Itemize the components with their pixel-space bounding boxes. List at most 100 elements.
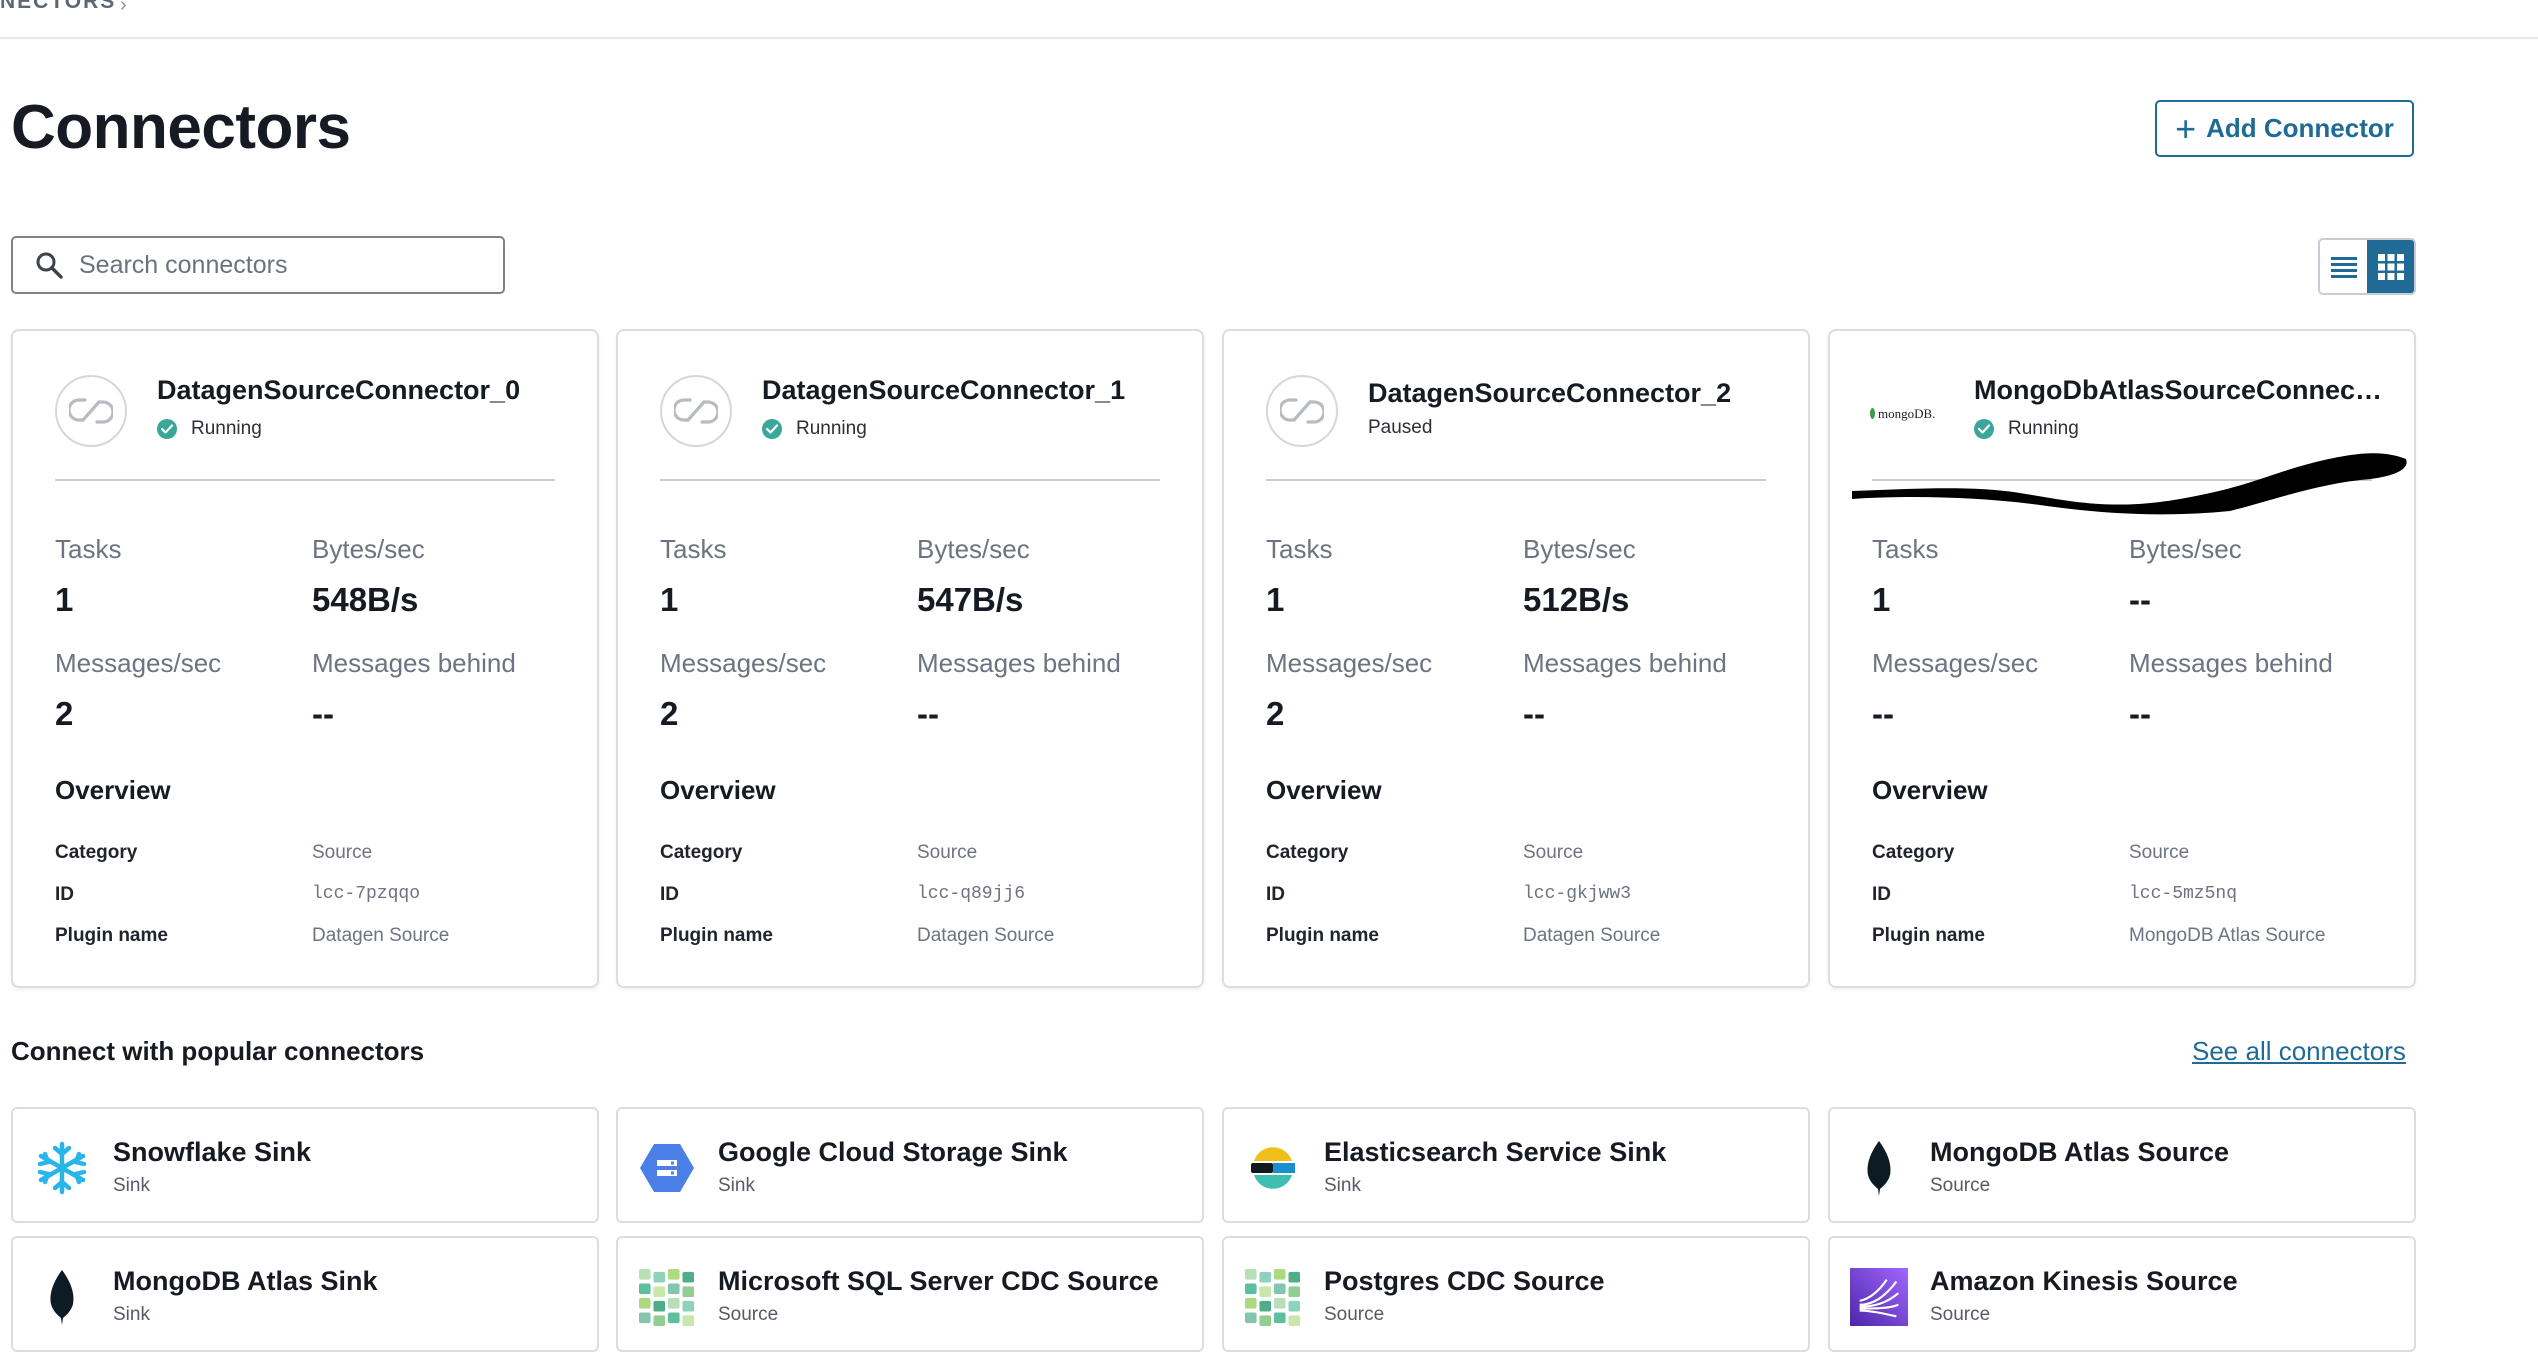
connector-name[interactable]: DatagenSourceConnector_0 bbox=[157, 375, 520, 406]
plugin-value: Datagen Source bbox=[312, 925, 450, 946]
messages-value: 2 bbox=[55, 695, 74, 732]
amazon-kinesis-icon bbox=[1850, 1268, 1908, 1326]
messages-label: Messages/sec bbox=[1266, 648, 1433, 678]
popular-connector-name: MongoDB Atlas Sink bbox=[113, 1266, 378, 1296]
plugin-label: Plugin name bbox=[1872, 925, 1985, 946]
overview-heading: Overview bbox=[1266, 775, 1382, 805]
popular-connector-tile[interactable]: MongoDB Atlas Source Source bbox=[1828, 1107, 2416, 1223]
elasticsearch-icon bbox=[1244, 1139, 1302, 1197]
plugin-value: MongoDB Atlas Source bbox=[2129, 925, 2326, 946]
popular-connector-name: Microsoft SQL Server CDC Source bbox=[718, 1266, 1159, 1296]
id-value: lcc-gkjww3 bbox=[1523, 884, 1632, 904]
id-label: ID bbox=[55, 884, 74, 905]
category-label: Category bbox=[1872, 842, 1955, 863]
add-connector-label: Add Connector bbox=[2206, 113, 2394, 143]
page-title: Connectors bbox=[11, 93, 351, 162]
messages-behind-value: -- bbox=[917, 695, 939, 732]
popular-connector-tile[interactable]: Elasticsearch Service Sink Sink bbox=[1222, 1107, 1810, 1223]
card-divider bbox=[660, 479, 1160, 481]
popular-connector-name: Snowflake Sink bbox=[113, 1137, 312, 1167]
category-label: Category bbox=[660, 842, 743, 863]
connector-status: Running bbox=[762, 418, 867, 440]
mongodb-logo: mongoDB. bbox=[1870, 406, 1935, 422]
search-input[interactable] bbox=[77, 249, 481, 281]
messages-label: Messages/sec bbox=[660, 648, 827, 678]
status-label: Running bbox=[191, 418, 262, 439]
popular-connector-type: Sink bbox=[113, 1175, 150, 1196]
add-connector-button[interactable]: + Add Connector bbox=[2155, 100, 2414, 157]
messages-behind-label: Messages behind bbox=[1523, 648, 1727, 678]
popular-connector-tile[interactable]: Microsoft SQL Server CDC Source Source bbox=[616, 1236, 1204, 1352]
connector-card[interactable]: DatagenSourceConnector_1 Running Tasks Byte… bbox=[616, 329, 1204, 988]
messages-behind-value: -- bbox=[312, 695, 334, 732]
overview-heading: Overview bbox=[660, 775, 776, 805]
card-divider bbox=[55, 479, 555, 481]
category-value: Source bbox=[917, 842, 978, 863]
id-label: ID bbox=[660, 884, 679, 905]
popular-connector-type: Sink bbox=[113, 1304, 150, 1325]
overview-heading: Overview bbox=[1872, 775, 1988, 805]
bytes-value: 548B/s bbox=[312, 581, 419, 618]
card-divider bbox=[1266, 479, 1766, 481]
id-label: ID bbox=[1266, 884, 1285, 905]
plugin-value: Datagen Source bbox=[917, 925, 1055, 946]
messages-behind-label: Messages behind bbox=[2129, 648, 2333, 678]
bytes-value: -- bbox=[2129, 581, 2151, 618]
bytes-value: 512B/s bbox=[1523, 581, 1630, 618]
popular-connector-tile[interactable]: Snowflake Sink Sink bbox=[11, 1107, 599, 1223]
tasks-value: 1 bbox=[1872, 581, 1891, 618]
google-cloud-storage-icon bbox=[638, 1139, 696, 1197]
bytes-value: 547B/s bbox=[917, 581, 1024, 618]
plus-icon: + bbox=[2175, 107, 2197, 149]
link-icon bbox=[660, 375, 732, 447]
id-value: lcc-q89jj6 bbox=[917, 884, 1026, 904]
tasks-value: 1 bbox=[660, 581, 679, 618]
plugin-label: Plugin name bbox=[1266, 925, 1379, 946]
connector-name[interactable]: DatagenSourceConnector_2 bbox=[1368, 378, 1731, 409]
debezium-grid-icon bbox=[638, 1268, 696, 1326]
connector-name[interactable]: MongoDbAtlasSourceConnect... bbox=[1974, 375, 2384, 406]
popular-connector-type: Source bbox=[1930, 1175, 1991, 1196]
snowflake-icon bbox=[33, 1139, 91, 1197]
bytes-label: Bytes/sec bbox=[917, 534, 1030, 564]
popular-connector-type: Sink bbox=[718, 1175, 755, 1196]
category-value: Source bbox=[2129, 842, 2190, 863]
messages-label: Messages/sec bbox=[55, 648, 222, 678]
tasks-value: 1 bbox=[1266, 581, 1285, 618]
overview-heading: Overview bbox=[55, 775, 171, 805]
connector-card[interactable]: DatagenSourceConnector_0 Running Tasks Byte… bbox=[11, 329, 599, 988]
popular-connector-name: Elasticsearch Service Sink bbox=[1324, 1137, 1667, 1167]
search-box[interactable] bbox=[11, 236, 505, 294]
category-label: Category bbox=[55, 842, 138, 863]
popular-connector-tile[interactable]: MongoDB Atlas Sink Sink bbox=[11, 1236, 599, 1352]
link-icon bbox=[55, 375, 127, 447]
status-label: Paused bbox=[1368, 417, 1433, 438]
list-view-icon[interactable] bbox=[2320, 240, 2367, 293]
connector-card[interactable]: DatagenSourceConnector_2 Paused Tasks Bytes… bbox=[1222, 329, 1810, 988]
plugin-label: Plugin name bbox=[55, 925, 168, 946]
messages-behind-value: -- bbox=[1523, 695, 1545, 732]
category-value: Source bbox=[1523, 842, 1584, 863]
breadcrumb[interactable]: NECTORS bbox=[0, 0, 116, 14]
popular-connector-tile[interactable]: Amazon Kinesis Source Source bbox=[1828, 1236, 2416, 1352]
messages-value: -- bbox=[1872, 695, 1894, 732]
connector-card[interactable]: mongoDB. MongoDbAtlasSourceConnect... Runn… bbox=[1828, 329, 2416, 988]
popular-connector-tile[interactable]: Google Cloud Storage Sink Sink bbox=[616, 1107, 1204, 1223]
status-check-icon bbox=[157, 419, 177, 439]
messages-behind-value: -- bbox=[2129, 695, 2151, 732]
connector-name[interactable]: DatagenSourceConnector_1 bbox=[762, 375, 1125, 406]
category-value: Source bbox=[312, 842, 373, 863]
bytes-label: Bytes/sec bbox=[312, 534, 425, 564]
debezium-grid-icon bbox=[1244, 1268, 1302, 1326]
popular-connector-tile[interactable]: Postgres CDC Source Source bbox=[1222, 1236, 1810, 1352]
id-value: lcc-7pzqqo bbox=[312, 884, 421, 904]
tasks-label: Tasks bbox=[1266, 534, 1333, 564]
see-all-connectors-link[interactable]: See all connectors bbox=[2192, 1036, 2406, 1067]
popular-connector-name: MongoDB Atlas Source bbox=[1930, 1137, 2230, 1167]
category-label: Category bbox=[1266, 842, 1349, 863]
messages-label: Messages/sec bbox=[1872, 648, 2039, 678]
popular-connector-type: Source bbox=[1324, 1304, 1385, 1325]
grid-view-icon[interactable] bbox=[2367, 240, 2414, 293]
popular-connector-name: Postgres CDC Source bbox=[1324, 1266, 1605, 1296]
mongodb-leaf-icon bbox=[1850, 1139, 1908, 1197]
